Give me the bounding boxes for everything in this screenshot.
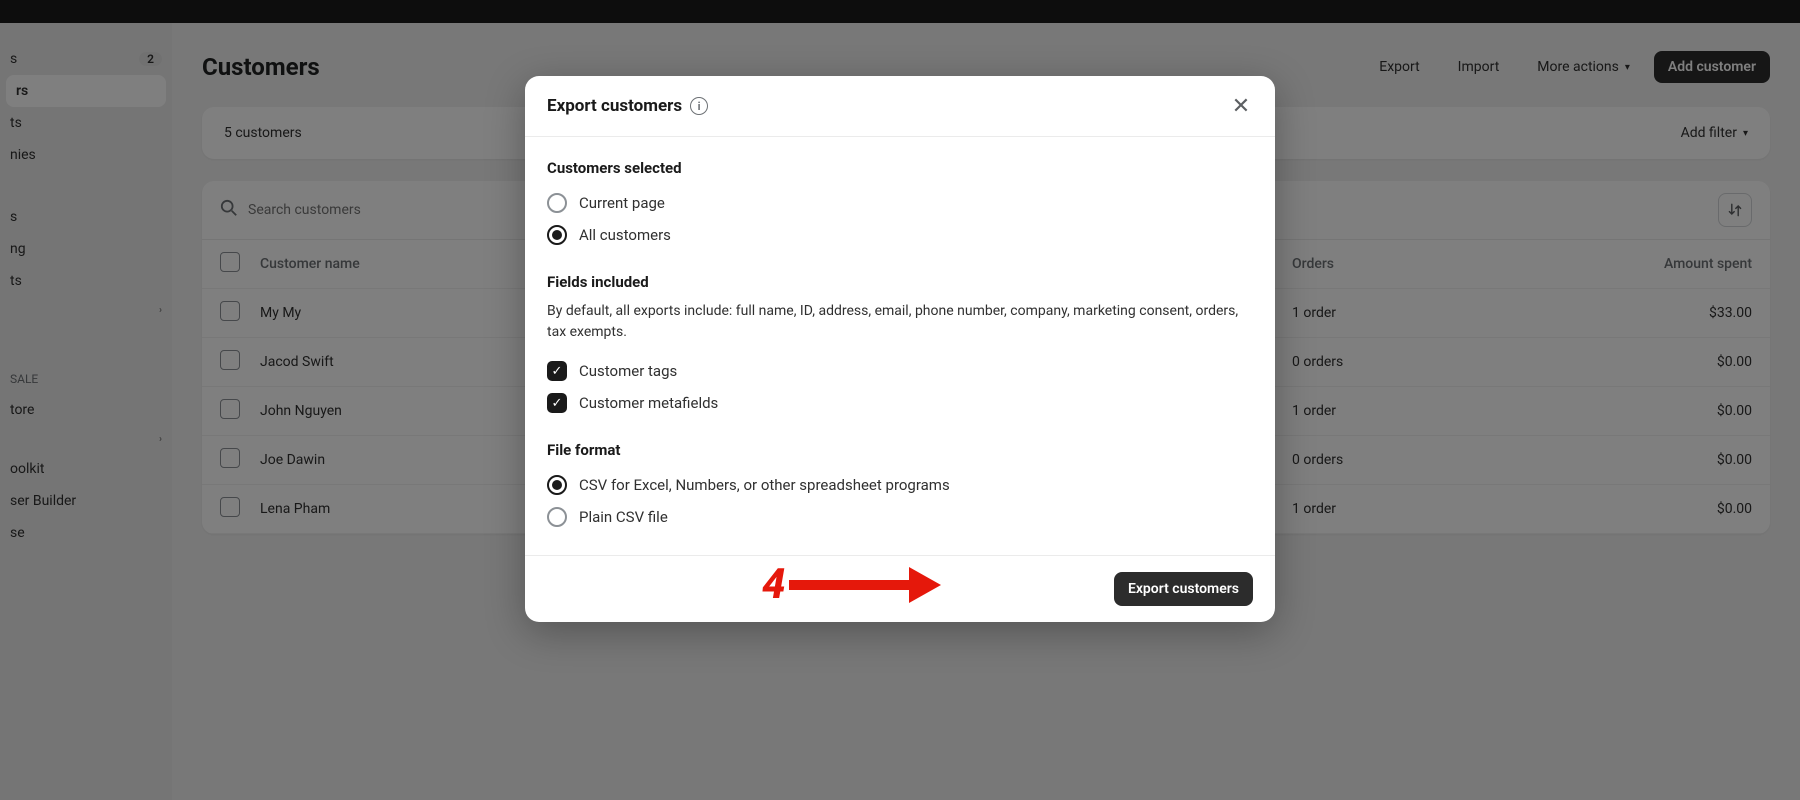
radio-plain-csv[interactable]: Plain CSV file <box>547 501 1253 533</box>
radio-icon <box>547 193 567 213</box>
radio-icon <box>547 507 567 527</box>
radio-icon <box>547 225 567 245</box>
section-label-fields: Fields included <box>547 273 1253 291</box>
checkbox-label: Customer tags <box>579 362 677 380</box>
radio-label: CSV for Excel, Numbers, or other spreads… <box>579 476 950 494</box>
modal-title: Export customers <box>547 96 682 116</box>
radio-csv-excel[interactable]: CSV for Excel, Numbers, or other spreads… <box>547 469 1253 501</box>
checkbox-icon: ✓ <box>547 393 567 413</box>
section-label-format: File format <box>547 441 1253 459</box>
modal-overlay[interactable]: Export customers i ✕ Customers selected … <box>0 0 1800 800</box>
checkbox-customer-tags[interactable]: ✓ Customer tags <box>547 355 1253 387</box>
checkbox-label: Customer metafields <box>579 394 718 412</box>
export-customers-modal: Export customers i ✕ Customers selected … <box>525 76 1275 622</box>
radio-all-customers[interactable]: All customers <box>547 219 1253 251</box>
radio-icon <box>547 475 567 495</box>
checkbox-customer-metafields[interactable]: ✓ Customer metafields <box>547 387 1253 419</box>
info-icon[interactable]: i <box>690 97 708 115</box>
fields-description: By default, all exports include: full na… <box>547 301 1253 343</box>
radio-label: Plain CSV file <box>579 508 668 526</box>
section-label-selection: Customers selected <box>547 159 1253 177</box>
radio-label: Current page <box>579 194 665 212</box>
radio-current-page[interactable]: Current page <box>547 187 1253 219</box>
close-icon[interactable]: ✕ <box>1229 94 1253 118</box>
radio-label: All customers <box>579 226 671 244</box>
checkbox-icon: ✓ <box>547 361 567 381</box>
export-customers-confirm-button[interactable]: Export customers <box>1114 572 1253 606</box>
